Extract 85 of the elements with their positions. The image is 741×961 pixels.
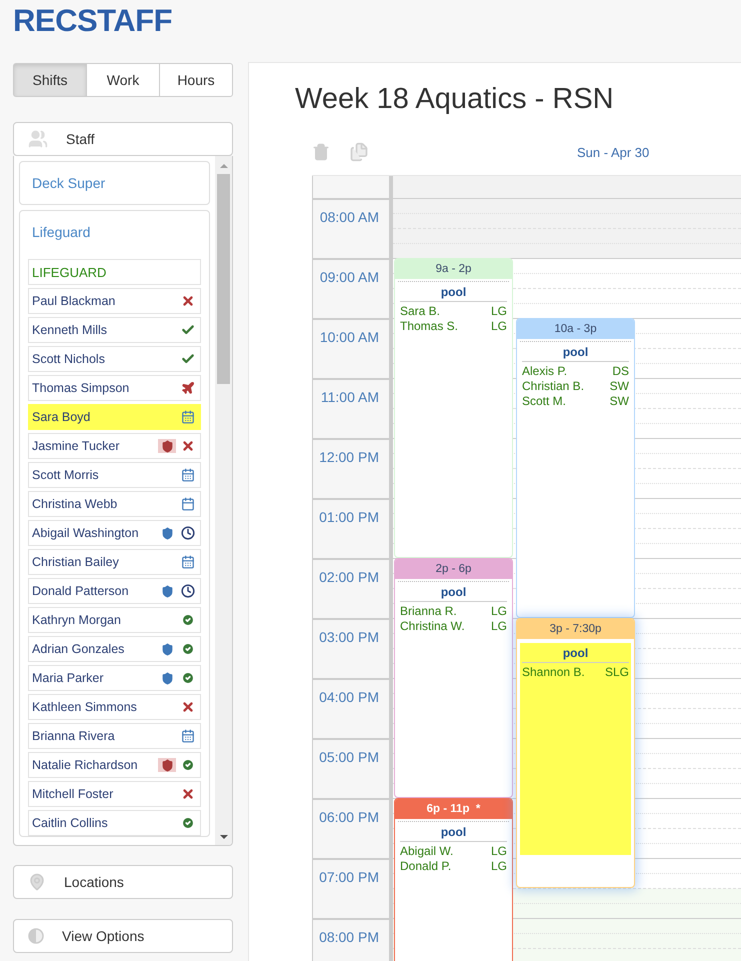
assigned-name: Shannon B.	[522, 665, 585, 680]
time-label: 01:00 PM	[319, 509, 379, 525]
staff-item[interactable]: Brianna Rivera	[28, 723, 201, 749]
shift-location: pool	[400, 584, 507, 602]
users-icon	[28, 129, 48, 149]
time-label: 08:00 AM	[320, 209, 379, 225]
time-label: 05:00 PM	[319, 749, 379, 765]
group-title[interactable]: Lifeguard	[20, 211, 209, 259]
staff-item[interactable]: Scott Morris	[28, 462, 201, 488]
staff-panel-header[interactable]: Staff	[13, 122, 233, 156]
view-tab[interactable]: Hours	[159, 63, 233, 97]
assigned-name: Abigail W.	[400, 844, 454, 859]
shift-card[interactable]: 10a - 3p pool Alexis P. DS Christian B. SW Scott M. SW	[516, 318, 635, 618]
shift-location: pool	[522, 645, 629, 663]
time-label: 06:00 PM	[319, 809, 379, 825]
panel-title: View Options	[62, 928, 144, 944]
staff-item[interactable]: Adrian Gonzales	[28, 636, 201, 662]
panel-header[interactable]: View Options	[13, 919, 233, 953]
staff-item[interactable]: Kathryn Morgan	[28, 607, 201, 633]
pin-icon	[28, 873, 46, 891]
staff-item[interactable]: Mitchell Foster	[28, 781, 201, 807]
assigned-role: DS	[612, 364, 629, 379]
staff-item[interactable]: Jasmine Tucker	[28, 433, 201, 459]
time-label: 10:00 AM	[320, 329, 379, 345]
shift-card[interactable]: 9a - 2p pool Sara B. LG Thomas S. LG	[394, 258, 513, 558]
staff-item[interactable]: Paul Blackman	[28, 288, 201, 314]
staff-item[interactable]: Christian Bailey	[28, 549, 201, 575]
shift-time: 2p - 6p	[395, 559, 512, 579]
contrast-icon	[28, 928, 44, 944]
app-logo[interactable]: RECSTAFF	[13, 4, 172, 38]
panel-title: Staff	[66, 131, 95, 147]
assigned-role: LG	[490, 844, 507, 859]
shift-time: 10a - 3p	[517, 319, 634, 339]
staff-item[interactable]: Donald Patterson	[28, 578, 201, 604]
shift-time: 9a - 2p	[395, 259, 512, 279]
assigned-name: Donald P.	[400, 859, 452, 874]
assigned-role: SLG	[604, 665, 629, 680]
assigned-name: Thomas S.	[400, 319, 458, 334]
time-label: 12:00 PM	[319, 449, 379, 465]
group-title[interactable]: Deck Super	[20, 162, 209, 204]
assigned-role: SW	[610, 379, 629, 394]
panel-header[interactable]: Locations	[13, 865, 233, 899]
shift-location: pool	[522, 344, 629, 362]
assigned-name: Christina W.	[400, 619, 465, 634]
staff-item[interactable]: Abigail Washington	[28, 520, 201, 546]
view-tab[interactable]: Work	[86, 63, 160, 97]
day-header: Sun - Apr 30	[577, 144, 650, 160]
shift-location: pool	[400, 284, 507, 302]
time-label: 02:00 PM	[319, 569, 379, 585]
shift-location: pool	[400, 824, 507, 842]
time-label: 07:00 PM	[319, 869, 379, 885]
panel-title: Locations	[64, 874, 124, 890]
staff-item[interactable]: Natalie Richardson	[28, 752, 201, 778]
staff-item[interactable]: Maria Parker	[28, 665, 201, 691]
shift-time: 3p - 7:30p	[517, 619, 634, 639]
assigned-name: Alexis P.	[522, 364, 568, 379]
staff-item[interactable]: Sara Boyd	[28, 404, 201, 430]
shift-card[interactable]: 2p - 6p pool Brianna R. LG Christina W. LG	[394, 558, 513, 798]
view-tab[interactable]: Shifts	[13, 63, 87, 97]
time-label: 11:00 AM	[320, 389, 379, 405]
staff-item[interactable]: Christina Webb	[28, 491, 201, 517]
assigned-role: LG	[490, 304, 507, 319]
assigned-name: Sara B.	[400, 304, 440, 319]
page-title: Week 18 Aquatics - RSN	[295, 83, 614, 116]
assigned-name: Christian B.	[522, 379, 584, 394]
staff-item[interactable]: Scott Nichols	[28, 346, 201, 372]
time-label: 08:00 PM	[319, 929, 379, 945]
assigned-role: LG	[490, 859, 507, 874]
time-label: 03:00 PM	[319, 629, 379, 645]
shift-card[interactable]: 3p - 7:30p pool Shannon B. SLG	[516, 618, 635, 888]
assigned-role: SW	[610, 394, 629, 409]
staff-item[interactable]: Thomas Simpson	[28, 375, 201, 401]
role-header: LIFEGUARD	[28, 259, 201, 285]
shift-card[interactable]: 6p - 11p * pool Abigail W. LG Donald P. LG	[394, 798, 513, 961]
time-label: 09:00 AM	[320, 269, 379, 285]
assigned-role: LG	[490, 604, 507, 619]
staff-item[interactable]: Kathleen Simmons	[28, 694, 201, 720]
shift-time: 6p - 11p *	[395, 799, 512, 819]
assigned-name: Brianna R.	[400, 604, 457, 619]
assigned-name: Scott M.	[522, 394, 566, 409]
staff-item[interactable]: Kenneth Mills	[28, 317, 201, 343]
time-label: 04:00 PM	[319, 689, 379, 705]
staff-item[interactable]: Caitlin Collins	[28, 810, 201, 836]
assigned-role: LG	[490, 319, 507, 334]
assigned-role: LG	[490, 619, 507, 634]
